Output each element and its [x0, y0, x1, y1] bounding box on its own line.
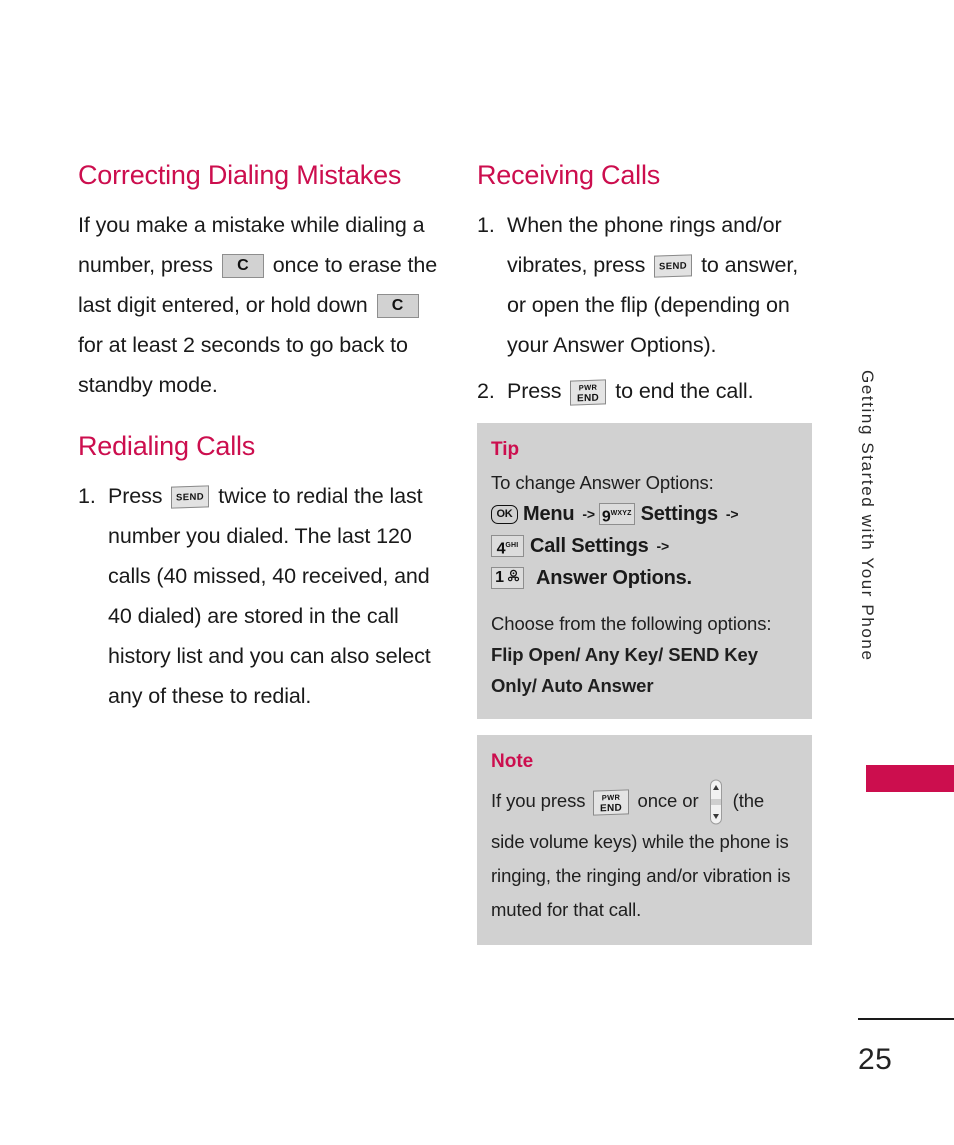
- side-tab-marker: [866, 765, 954, 792]
- manual-page: Correcting Dialing Mistakes If you make …: [0, 0, 954, 1145]
- nine-key-icon: 9WXYZ: [598, 503, 635, 526]
- arrow-label: ->: [725, 506, 739, 522]
- list-item: 2. Press PWR END to end the call.: [477, 371, 822, 411]
- step-text-part1: Press: [108, 484, 163, 509]
- power-end-key-line1: PWR: [602, 792, 621, 802]
- tip-menu-path-row-3: 1 Answer Options.: [491, 562, 798, 594]
- side-tab-label: Getting Started with Your Phone: [858, 370, 877, 662]
- tip-menu-path-row-2: 4GHI Call Settings ->: [491, 530, 798, 562]
- step-number: 2.: [477, 379, 495, 404]
- step-text-part2: twice to redial the last number you dial…: [108, 484, 431, 709]
- clear-key-icon: C: [376, 294, 419, 319]
- note-text-part1: If you press: [491, 789, 586, 811]
- nine-key-digit: 9: [601, 508, 611, 526]
- list-item: 1. When the phone rings and/or vibrates,…: [477, 205, 822, 365]
- body-text-part3: for at least 2 seconds to go back to sta…: [78, 333, 408, 398]
- note-callout-box: Note If you press PWR END once or (the si…: [477, 735, 812, 945]
- page-number: 25: [858, 1043, 893, 1076]
- ok-key-icon: OK: [491, 504, 518, 524]
- settings-label: Settings: [640, 503, 718, 525]
- voicemail-icon: [507, 568, 520, 588]
- section-title-receiving-calls: Receiving Calls: [477, 160, 661, 190]
- power-end-key-icon: PWR END: [593, 788, 630, 816]
- step-text-part1: Press: [507, 379, 562, 404]
- power-end-key-line2: END: [600, 802, 623, 814]
- step-number: 1.: [477, 213, 495, 238]
- step-text-part2: to end the call.: [615, 379, 754, 404]
- arrow-label: ->: [656, 538, 670, 554]
- clear-key-icon: C: [221, 254, 264, 279]
- redialing-calls-steps: 1. Press SEND twice to redial the last n…: [78, 476, 438, 716]
- note-heading: Note: [491, 751, 534, 772]
- list-item: 1. Press SEND twice to redial the last n…: [78, 476, 438, 716]
- tip-options-intro: Choose from the following options:: [491, 613, 772, 634]
- power-end-key-icon: PWR END: [570, 379, 607, 406]
- tip-callout-box: Tip To change Answer Options: OK Menu ->…: [477, 423, 812, 719]
- note-text-part2: once or: [637, 789, 699, 811]
- section-title-redialing-calls: Redialing Calls: [78, 431, 256, 462]
- nine-key-letters: WXYZ: [610, 510, 632, 517]
- tip-options-line2: Only/ Auto Answer: [491, 675, 654, 696]
- one-key-icon: 1: [491, 567, 524, 589]
- left-column: Correcting Dialing Mistakes If you make …: [78, 160, 438, 716]
- four-key-icon: 4GHI: [491, 535, 524, 557]
- answer-options-label: Answer Options.: [536, 567, 692, 589]
- four-key-letters: GHI: [505, 542, 519, 549]
- tip-options-line1: Flip Open/ Any Key/ SEND Key: [491, 644, 758, 665]
- correcting-dialing-mistakes-body: If you make a mistake while dialing a nu…: [78, 205, 438, 405]
- step-number: 1.: [78, 484, 96, 509]
- tip-menu-path-row-1: OK Menu -> 9WXYZ Settings ->: [491, 498, 798, 530]
- call-settings-label: Call Settings: [530, 535, 649, 557]
- footer-divider: [858, 1018, 954, 1020]
- tip-intro-text: To change Answer Options:: [491, 472, 714, 493]
- right-column: Receiving Calls 1. When the phone rings …: [477, 160, 822, 411]
- menu-label: Menu: [523, 503, 575, 525]
- tip-heading: Tip: [491, 439, 520, 460]
- send-key-icon: SEND: [654, 254, 693, 279]
- volume-rocker-icon: [708, 779, 724, 825]
- note-body-text: If you press PWR END once or (the side vo…: [491, 779, 798, 927]
- arrow-label: ->: [582, 506, 595, 522]
- send-key-icon: SEND: [171, 485, 210, 510]
- section-title-correcting-dialing-mistakes: Correcting Dialing Mistakes: [78, 160, 402, 190]
- power-end-key-line2: END: [577, 392, 600, 405]
- receiving-calls-steps: 1. When the phone rings and/or vibrates,…: [477, 205, 822, 411]
- one-key-digit: 1: [495, 569, 504, 587]
